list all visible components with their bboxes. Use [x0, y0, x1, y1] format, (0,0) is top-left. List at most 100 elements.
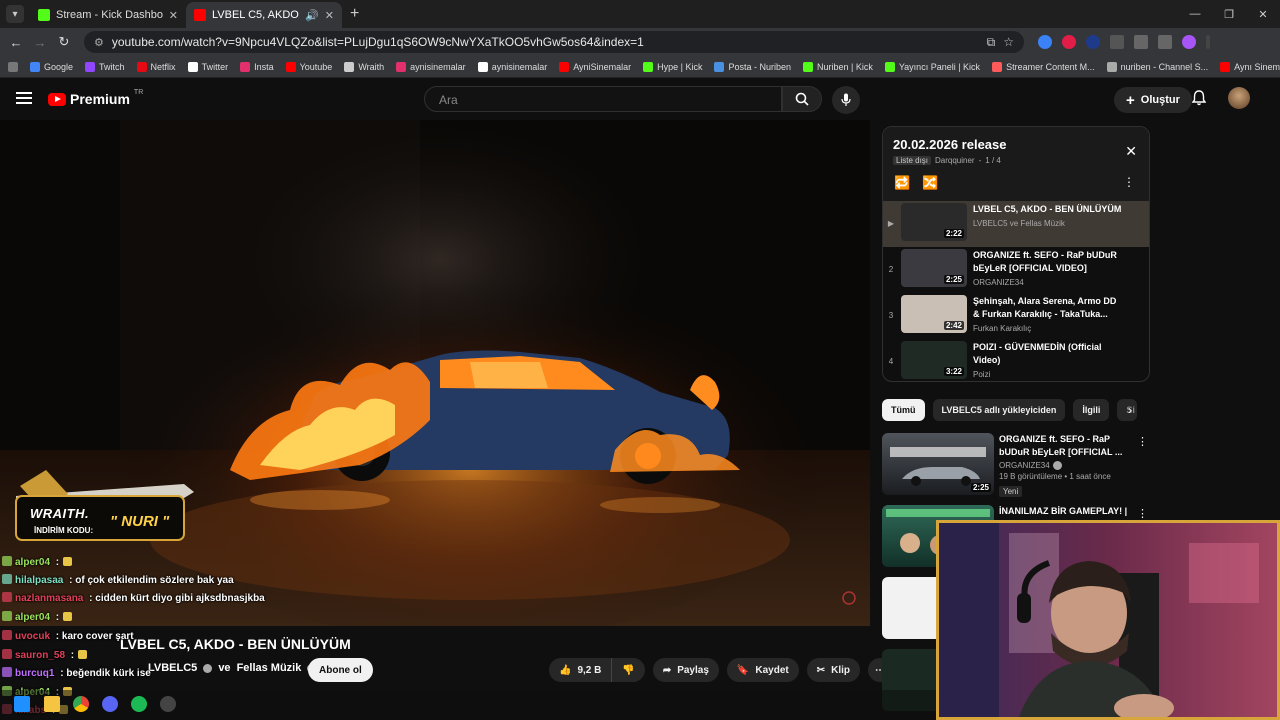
- bookmark-item[interactable]: Streamer Content M...: [992, 61, 1095, 72]
- bookmark-item[interactable]: nuriben - Channel S...: [1106, 61, 1209, 72]
- cast-icon[interactable]: ⧉: [987, 35, 996, 50]
- bookmark-label: nuriben - Channel S...: [1120, 61, 1209, 72]
- like-button[interactable]: 👍 9,2 B: [549, 658, 612, 682]
- playlist-item-thumbnail[interactable]: 2:25: [901, 249, 967, 287]
- bookmark-item[interactable]: Hype | Kick: [643, 61, 702, 72]
- shuffle-icon[interactable]: 🔀: [922, 175, 938, 191]
- bookmark-item[interactable]: Google: [30, 61, 73, 72]
- share-button[interactable]: ➦ Paylaş: [652, 658, 719, 682]
- bookmark-item[interactable]: Insta: [240, 61, 274, 72]
- bookmark-item[interactable]: Twitch: [85, 61, 125, 72]
- recommendation-channel[interactable]: ORGANIZE34: [999, 461, 1050, 470]
- playlist-item[interactable]: 2 2:25 ORGANIZE ft. SEFO - RaP bUDuR bEyLe…: [883, 247, 1149, 293]
- loop-icon[interactable]: 🔁: [894, 175, 910, 191]
- chip-from-uploader[interactable]: LVBELC5 adlı yükleyiciden: [932, 399, 1066, 421]
- apps-icon[interactable]: [8, 61, 18, 72]
- close-playlist-icon[interactable]: ✕: [1125, 143, 1137, 160]
- notifications-bell-icon[interactable]: [1192, 90, 1206, 106]
- playlist-item[interactable]: 4 3:22 POIZI - GÜVENMEDİN (Official Video)…: [883, 339, 1149, 381]
- bookmark-item[interactable]: Youtube: [285, 61, 332, 72]
- search-input[interactable]: Ara: [424, 86, 782, 112]
- hamburger-menu-icon[interactable]: [16, 92, 32, 104]
- close-tab-icon[interactable]: ✕: [169, 9, 178, 22]
- bookmark-item[interactable]: Wraith: [344, 61, 384, 72]
- video-player[interactable]: [0, 120, 870, 626]
- chevron-right-icon[interactable]: ›: [1128, 403, 1132, 417]
- playlist-item-thumbnail[interactable]: 2:42: [901, 295, 967, 333]
- media-icon[interactable]: [1158, 35, 1172, 49]
- extension-icon[interactable]: [1038, 35, 1052, 49]
- address-bar[interactable]: ⚙ youtube.com/watch?v=9Npcu4VLQZo&list=P…: [84, 31, 1024, 53]
- extension-icon[interactable]: [1062, 35, 1076, 49]
- playlist-item-title[interactable]: ORGANIZE ft. SEFO - RaP bUDuR bEyLeR [OF…: [973, 249, 1123, 275]
- create-button[interactable]: + Oluştur: [1114, 87, 1192, 113]
- bookmark-favicon-icon: [884, 61, 895, 72]
- bookmark-item[interactable]: aynisinemalar: [477, 61, 547, 72]
- account-avatar[interactable]: [1228, 87, 1250, 109]
- bookmark-item[interactable]: Posta - Nuriben: [714, 61, 791, 72]
- discord-icon[interactable]: [102, 696, 118, 712]
- profile-icon[interactable]: [1182, 35, 1196, 49]
- playlist-menu-icon[interactable]: ⋮: [1123, 175, 1135, 189]
- bookmark-item[interactable]: Twitter: [187, 61, 228, 72]
- forward-icon[interactable]: →: [28, 35, 52, 50]
- save-button[interactable]: 🔖 Kaydet: [726, 658, 799, 682]
- maximize-icon[interactable]: ❐: [1212, 0, 1246, 28]
- playlist-item[interactable]: 3 2:42 Şehinşah, Alara Serena, Armo DD & F…: [883, 293, 1149, 339]
- download-icon[interactable]: [1134, 35, 1148, 49]
- bookmark-item[interactable]: Nuriben | Kick: [802, 61, 873, 72]
- more-vertical-icon[interactable]: ⋮: [1137, 435, 1148, 448]
- clip-button[interactable]: ✂ Klip: [806, 658, 860, 682]
- windows-start-icon[interactable]: [14, 696, 30, 712]
- bookmark-item[interactable]: Yayıncı Paneli | Kick: [884, 61, 980, 72]
- file-explorer-icon[interactable]: [44, 696, 60, 712]
- tab-search-button[interactable]: ▾: [6, 5, 24, 23]
- playlist-item-thumbnail[interactable]: 2:22: [901, 203, 967, 241]
- menu-icon[interactable]: [1206, 35, 1210, 49]
- extension-icon[interactable]: [1086, 35, 1100, 49]
- playlist-item-title[interactable]: LVBEL C5, AKDO - BEN ÜNLÜYÜM: [973, 203, 1123, 216]
- tab-youtube-video[interactable]: LVBEL C5, AKDO - BEN ÜNLÜ 🔊 ✕: [186, 2, 342, 28]
- youtube-premium-logo[interactable]: Premium TR: [48, 89, 143, 107]
- chrome-icon[interactable]: [73, 696, 89, 712]
- chip-all[interactable]: Tümü: [882, 399, 925, 421]
- playlist-item-thumbnail[interactable]: 3:22: [901, 341, 967, 379]
- playlist-item-title[interactable]: POIZI - GÜVENMEDİN (Official Video): [973, 341, 1123, 367]
- close-window-icon[interactable]: ✕: [1246, 0, 1280, 28]
- close-tab-icon[interactable]: ✕: [325, 9, 334, 22]
- recommendation-title[interactable]: İNANILMAZ BİR GAMEPLAY! |: [999, 505, 1133, 518]
- playlist-title[interactable]: 20.02.2026 release: [893, 137, 1139, 152]
- bookmark-item[interactable]: Aynı Sinemalar - Ça...: [1220, 61, 1280, 72]
- recommendation-thumbnail[interactable]: 2:25: [882, 433, 994, 495]
- minimize-icon[interactable]: —: [1178, 0, 1212, 28]
- speaker-icon[interactable]: 🔊: [305, 9, 319, 22]
- recommendation-stats: 19 B görüntüleme • 1 saat önce: [999, 472, 1111, 481]
- reload-icon[interactable]: ↻: [52, 34, 76, 50]
- playlist-item-title[interactable]: Şehinşah, Alara Serena, Armo DD & Furkan…: [973, 295, 1123, 321]
- dislike-button[interactable]: 👎: [611, 658, 645, 682]
- recommendation-item[interactable]: 2:25 ORGANIZE ft. SEFO - RaP bUDuR bEyLe…: [882, 433, 1152, 497]
- playlist-owner[interactable]: Darqquiner: [935, 156, 975, 165]
- bookmark-item[interactable]: aynisinemalar: [396, 61, 466, 72]
- video-duration: 3:22: [943, 367, 964, 376]
- back-icon[interactable]: ←: [4, 35, 28, 50]
- channel-name-2[interactable]: Fellas Müzik: [237, 662, 302, 674]
- spotify-icon[interactable]: [131, 696, 147, 712]
- bookmark-item[interactable]: Netflix: [136, 61, 176, 72]
- tab-kick-dashboard[interactable]: Stream - Kick Dashboard ✕: [30, 2, 186, 28]
- recommendation-title[interactable]: ORGANIZE ft. SEFO - RaP bUDuR bEyLeR [OF…: [999, 433, 1133, 459]
- app-icon[interactable]: [160, 696, 176, 712]
- more-vertical-icon[interactable]: ⋮: [1137, 507, 1148, 520]
- new-tab-button[interactable]: +: [350, 5, 359, 23]
- chip-related[interactable]: İlgili: [1073, 399, 1110, 421]
- voice-search-button[interactable]: [832, 86, 860, 114]
- bookmark-item[interactable]: AyniSinemalar: [559, 61, 631, 72]
- subscribe-button[interactable]: Abone ol: [308, 658, 373, 682]
- logo-text: Premium: [70, 91, 130, 107]
- playlist-item[interactable]: ▶ 2:22 LVBEL C5, AKDO - BEN ÜNLÜYÜM LVBELC5…: [883, 201, 1149, 247]
- search-button[interactable]: [782, 86, 822, 112]
- puzzle-icon[interactable]: [1110, 35, 1124, 49]
- bookmark-star-icon[interactable]: ☆: [1003, 35, 1014, 49]
- channel-name[interactable]: LVBELC5: [148, 662, 197, 674]
- site-info-icon[interactable]: ⚙: [94, 36, 104, 49]
